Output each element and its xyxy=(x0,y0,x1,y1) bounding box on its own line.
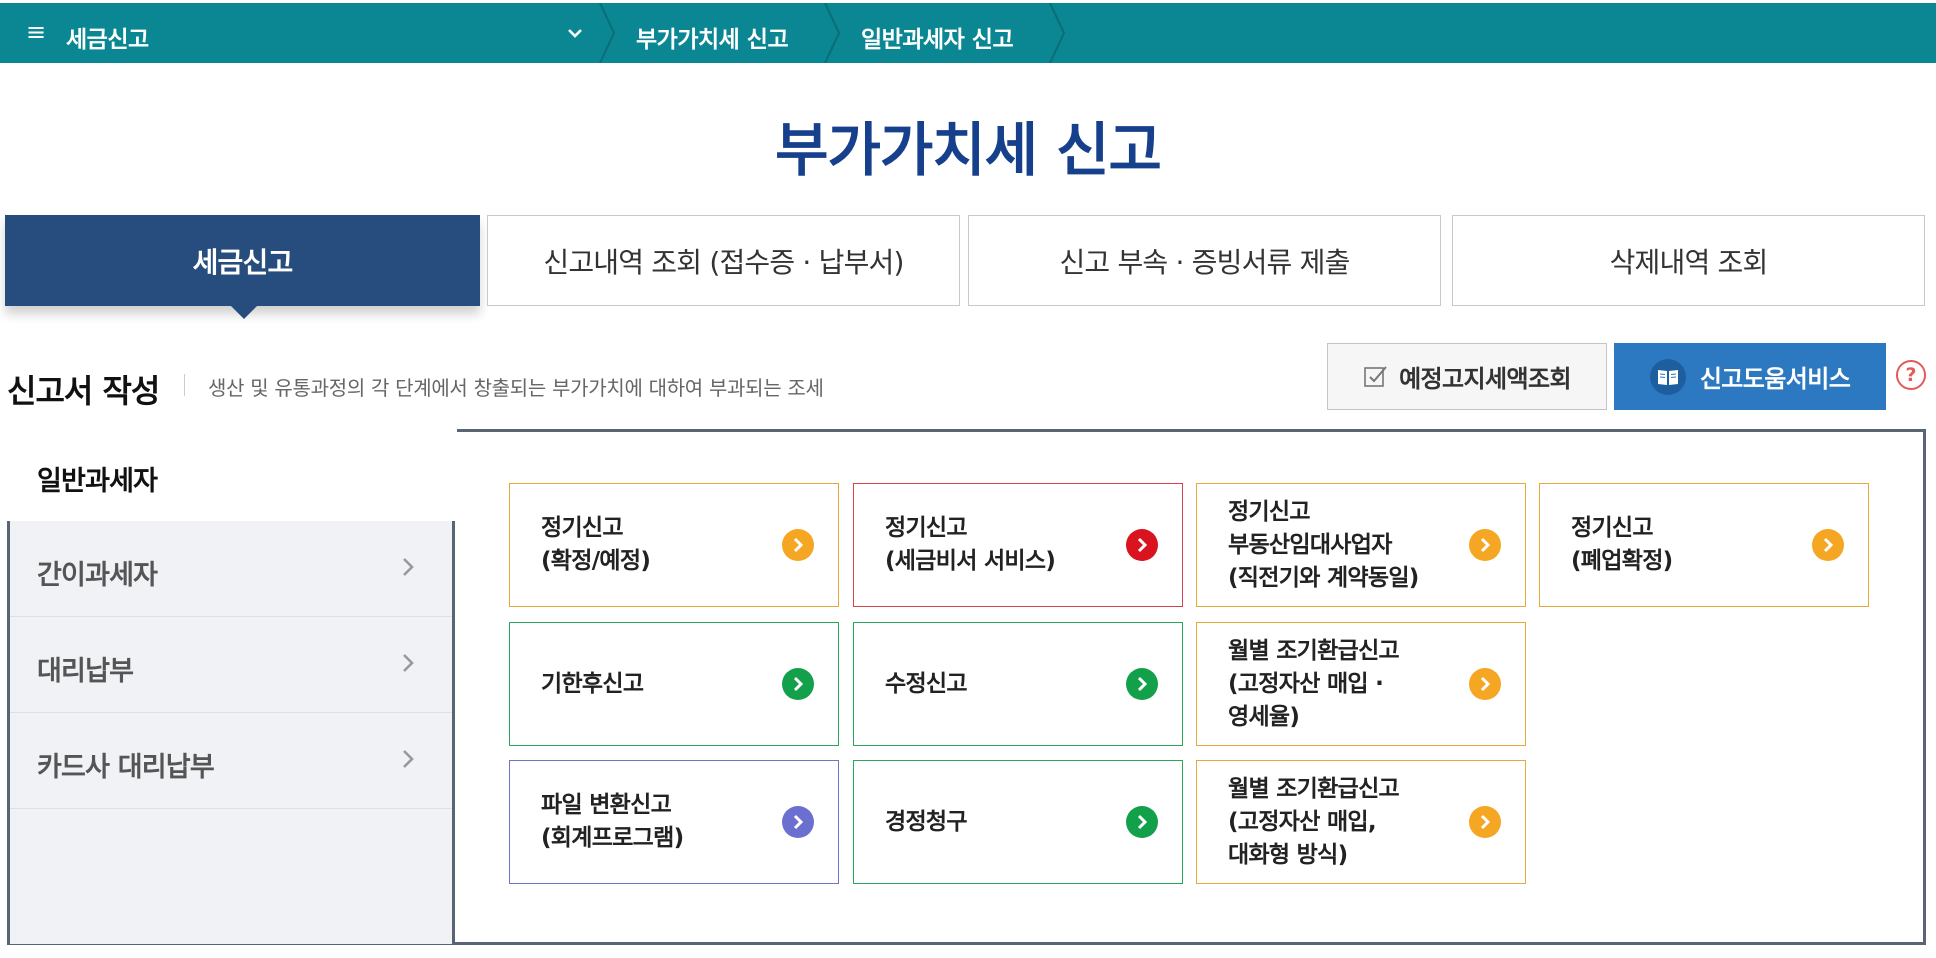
chevron-down-icon[interactable] xyxy=(565,21,585,45)
breadcrumb-general-taxpayer[interactable]: 일반과세자 신고 xyxy=(861,20,1014,54)
filing-card[interactable]: 경정청구 xyxy=(853,760,1183,884)
tab-filing-history[interactable]: 신고내역 조회 (접수증 · 납부서) xyxy=(487,215,960,306)
sidebar-item-label: 대리납부 xyxy=(37,656,134,687)
filing-help-service-label: 신고도움서비스 xyxy=(1699,365,1851,393)
filing-card-label: 월별 조기환급신고 (고정자산 매입, 대화형 방식) xyxy=(1228,761,1400,883)
arrow-circle-icon xyxy=(1469,529,1501,561)
sidebar-item-card-proxy-payment[interactable]: 카드사 대리납부 xyxy=(10,713,452,809)
filing-card-label: 정기신고 (폐업확정) xyxy=(1571,484,1673,606)
breadcrumb-separator-icon xyxy=(1049,3,1066,63)
estimated-tax-inquiry-button[interactable]: 예정고지세액조회 xyxy=(1327,343,1607,410)
checklist-icon xyxy=(1364,365,1387,387)
section-description: 생산 및 유통과정의 각 단계에서 창출되는 부가가치에 대하여 부과되는 조세 xyxy=(208,376,824,400)
arrow-circle-icon xyxy=(1126,806,1158,838)
filing-card-label-line: 정기신고 xyxy=(1228,498,1311,525)
arrow-circle-icon xyxy=(782,668,814,700)
filing-card-label-line: 정기신고 xyxy=(1571,515,1654,541)
sidebar-item-label: 카드사 대리납부 xyxy=(37,752,215,783)
sidebar-divider-right xyxy=(452,518,455,944)
arrow-circle-icon xyxy=(782,529,814,561)
filing-card-label: 정기신고부동산임대사업자 (직전기와 계약동일) xyxy=(1228,484,1419,606)
filing-card-label-line: 월별 조기환급신고 xyxy=(1228,775,1400,802)
filing-card-label: 경정청구 xyxy=(885,761,968,883)
filing-card-label-line: (고정자산 매입, xyxy=(1228,808,1377,835)
arrow-circle-icon xyxy=(782,806,814,838)
filing-help-service-button[interactable]: 신고도움서비스 xyxy=(1614,343,1886,410)
filing-card-label-line: 경정청구 xyxy=(885,808,968,835)
arrow-circle-icon xyxy=(1812,529,1844,561)
filing-card-label-line: (세금비서 서비스) xyxy=(885,548,1056,574)
tab-deleted-history[interactable]: 삭제내역 조회 xyxy=(1452,215,1925,306)
filing-card-label: 정기신고 (확정/예정) xyxy=(541,484,651,606)
arrow-circle-icon xyxy=(1469,668,1501,700)
filing-card-label-line: (고정자산 매입 · xyxy=(1228,670,1384,697)
breadcrumb-vat-filing[interactable]: 부가가치세 신고 xyxy=(636,20,789,54)
filing-card-label: 월별 조기환급신고 (고정자산 매입 · 영세율) xyxy=(1228,623,1400,745)
arrow-circle-icon xyxy=(1126,529,1158,561)
top-navigation-bar: ≡ 세금신고 부가가치세 신고 일반과세자 신고 xyxy=(0,3,1936,63)
filing-card-label-line: (회계프로그램) xyxy=(541,825,684,851)
filing-card-label-line: 정기신고 xyxy=(541,515,624,541)
sidebar-item-label: 간이과세자 xyxy=(37,560,158,591)
filing-card-label-line: 부동산임대사업자 xyxy=(1228,531,1392,558)
filing-card[interactable]: 수정신고 xyxy=(853,622,1183,746)
filing-card-label-line: 정기신고 xyxy=(885,515,968,541)
filing-card[interactable]: 파일 변환신고 (회계프로그램) xyxy=(509,760,839,884)
filing-card[interactable]: 월별 조기환급신고 (고정자산 매입, 대화형 방식) xyxy=(1196,760,1526,884)
section-title: 신고서 작성 xyxy=(7,372,160,410)
sidebar-item-general-taxpayer[interactable]: 일반과세자 xyxy=(7,429,457,521)
filing-card-label: 수정신고 xyxy=(885,623,968,745)
filing-card[interactable]: 정기신고부동산임대사업자 (직전기와 계약동일) xyxy=(1196,483,1526,607)
filing-card[interactable]: 월별 조기환급신고 (고정자산 매입 · 영세율) xyxy=(1196,622,1526,746)
section-divider xyxy=(184,374,185,396)
page-title: 부가가치세 신고 xyxy=(775,116,1162,184)
filing-card[interactable]: 정기신고 (세금비서 서비스) xyxy=(853,483,1183,607)
filing-card-label-line: (확정/예정) xyxy=(541,548,651,574)
filing-card[interactable]: 정기신고 (폐업확정) xyxy=(1539,483,1869,607)
active-tab-pointer xyxy=(230,305,258,319)
tab-supporting-documents[interactable]: 신고 부속 · 증빙서류 제출 xyxy=(968,215,1441,306)
breadcrumb-separator-icon xyxy=(824,3,841,63)
filing-card-label-line: (폐업확정) xyxy=(1571,548,1673,574)
hamburger-icon[interactable]: ≡ xyxy=(26,20,46,44)
filing-card-label-line: 기한후신고 xyxy=(541,670,644,697)
tab-tax-filing[interactable]: 세금신고 xyxy=(5,215,480,306)
filing-card-label-line: 수정신고 xyxy=(885,670,968,697)
chevron-right-icon xyxy=(403,750,414,768)
arrow-circle-icon xyxy=(1469,806,1501,838)
arrow-circle-icon xyxy=(1126,668,1158,700)
filing-card-label-line: 영세율) xyxy=(1228,703,1300,730)
filing-card[interactable]: 정기신고 (확정/예정) xyxy=(509,483,839,607)
filing-card-label-line: 파일 변환신고 xyxy=(541,792,672,818)
filing-card-label: 정기신고 (세금비서 서비스) xyxy=(885,484,1056,606)
filing-card-label: 파일 변환신고 (회계프로그램) xyxy=(541,761,684,883)
chevron-right-icon xyxy=(403,558,414,576)
filing-card-label: 기한후신고 xyxy=(541,623,644,745)
filing-card[interactable]: 기한후신고 xyxy=(509,622,839,746)
filing-card-label-line: (직전기와 계약동일) xyxy=(1228,564,1419,591)
book-icon xyxy=(1649,358,1686,395)
breadcrumb-separator-icon xyxy=(599,3,616,63)
filing-card-label-line: 월별 조기환급신고 xyxy=(1228,637,1400,664)
help-question-icon[interactable]: ? xyxy=(1896,360,1926,390)
root-menu-label[interactable]: 세금신고 xyxy=(66,20,149,54)
filing-card-label-line: 대화형 방식) xyxy=(1228,841,1348,868)
estimated-tax-inquiry-label: 예정고지세액조회 xyxy=(1399,365,1571,393)
sidebar-item-proxy-payment[interactable]: 대리납부 xyxy=(10,617,452,713)
sidebar-item-label: 일반과세자 xyxy=(37,466,158,497)
sidebar-item-simplified-taxpayer[interactable]: 간이과세자 xyxy=(10,521,452,617)
chevron-right-icon xyxy=(403,654,414,672)
